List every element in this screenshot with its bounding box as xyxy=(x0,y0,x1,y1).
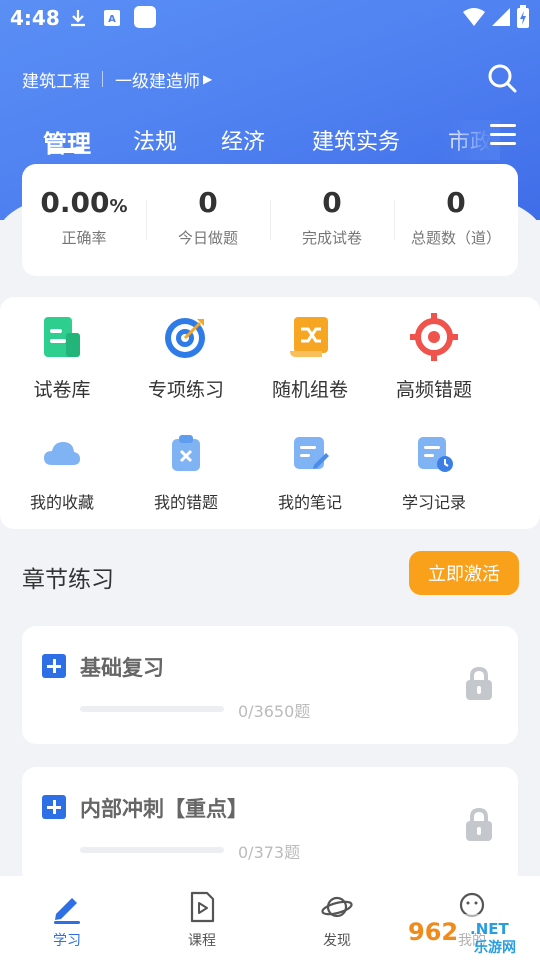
feature-label: 学习记录 xyxy=(401,493,466,512)
note-pen-icon xyxy=(294,437,329,469)
stat-value: 0 xyxy=(198,186,218,219)
feature-paper-library[interactable]: 试卷库 xyxy=(0,313,124,402)
nav-label: 课程 xyxy=(188,933,216,949)
exam-selector[interactable]: 建筑工程 一级建造师 ▶ xyxy=(22,66,212,92)
stat-value: 0 xyxy=(322,186,342,219)
battery-icon xyxy=(517,5,529,28)
chapter-progress xyxy=(80,847,224,853)
feature-random-paper[interactable]: 随机组卷 xyxy=(248,313,372,402)
play-file-icon xyxy=(190,891,215,923)
chapter-count: 0/3650题 xyxy=(238,702,311,721)
plus-icon[interactable] xyxy=(42,654,66,678)
svg-text:A: A xyxy=(108,14,116,25)
stat-label: 完成试卷 xyxy=(301,229,362,247)
tab-construction-practice[interactable]: 建筑实务 xyxy=(312,124,400,156)
tab-law[interactable]: 法规 xyxy=(133,124,177,156)
activate-button[interactable]: 立即激活 xyxy=(409,551,519,595)
feature-my-mistakes[interactable]: 我的错题 xyxy=(124,433,248,513)
stat-total: 0 总题数（道） xyxy=(394,164,518,276)
active-tab-indicator xyxy=(50,148,84,153)
chapter-count: 0/373题 xyxy=(238,843,301,862)
feature-grid: 试卷库 专项练习 随机组卷 高频错题 我的收藏 我的错题 我的笔记 学习记录 xyxy=(0,297,540,529)
feature-label: 随机组卷 xyxy=(271,379,348,401)
notification-square-icon xyxy=(134,6,156,28)
feature-label: 专项练习 xyxy=(147,379,224,401)
stat-label: 今日做题 xyxy=(177,229,238,247)
feature-label: 我的错题 xyxy=(153,493,218,512)
feature-my-notes[interactable]: 我的笔记 xyxy=(248,433,372,513)
stat-value: 0.00 xyxy=(40,186,110,219)
target-icon xyxy=(165,318,205,358)
nav-discover[interactable]: 发现 xyxy=(297,890,377,950)
stat-completed: 0 完成试卷 xyxy=(270,164,394,276)
tab-management[interactable]: 管理 xyxy=(43,124,91,159)
cloud-icon xyxy=(44,442,80,465)
nav-courses[interactable]: 课程 xyxy=(162,890,242,950)
feature-label: 高频错题 xyxy=(395,379,472,401)
record-clock-icon xyxy=(418,437,453,472)
stat-unit: % xyxy=(109,196,128,217)
divider xyxy=(102,71,103,87)
search-icon[interactable] xyxy=(486,62,518,94)
feature-label: 我的收藏 xyxy=(29,493,94,512)
caret-right-icon: ▶ xyxy=(203,72,213,86)
stat-value: 0 xyxy=(446,186,466,219)
planet-icon xyxy=(321,896,353,918)
watermark-cn: 乐游网 xyxy=(474,939,516,956)
stats-card: 0.00% 正确率 0 今日做题 0 完成试卷 0 总题数（道） xyxy=(22,164,518,276)
watermark-number: 962 xyxy=(408,918,458,946)
tab-economy[interactable]: 经济 xyxy=(221,124,265,156)
chapter-title: 内部冲刺【重点】 xyxy=(80,797,248,821)
signal-icon xyxy=(492,8,510,26)
feature-label: 试卷库 xyxy=(33,379,91,401)
stat-label: 总题数（道） xyxy=(410,229,501,247)
shuffle-scroll-icon xyxy=(290,317,328,357)
stat-today: 0 今日做题 xyxy=(146,164,270,276)
pen-icon xyxy=(54,898,80,924)
download-icon xyxy=(71,10,85,27)
feature-label: 我的笔记 xyxy=(277,493,342,512)
lock-icon xyxy=(466,807,492,841)
keyboard-icon: A xyxy=(104,10,120,26)
nav-label: 学习 xyxy=(53,933,81,949)
stat-accuracy: 0.00% 正确率 xyxy=(22,164,146,276)
watermark-net: .NET xyxy=(470,920,509,938)
category-label: 建筑工程 xyxy=(22,71,90,92)
status-bar: 4:48 A xyxy=(0,0,540,36)
chapter-card[interactable]: 内部冲刺【重点】 0/373题 xyxy=(22,767,518,885)
level-label: 一级建造师 xyxy=(115,71,200,92)
chapter-card[interactable]: 基础复习 0/3650题 xyxy=(22,626,518,744)
menu-icon[interactable] xyxy=(490,124,516,148)
chapter-progress xyxy=(80,706,224,712)
feature-study-record[interactable]: 学习记录 xyxy=(372,433,496,513)
feature-frequent-mistakes[interactable]: 高频错题 xyxy=(372,313,496,402)
site-watermark-logo: 962 .NET 乐游网 xyxy=(402,914,536,956)
clipboard-x-icon xyxy=(172,435,200,471)
stat-label: 正确率 xyxy=(61,229,107,247)
section-title: 章节练习 xyxy=(22,567,114,593)
nav-study[interactable]: 学习 xyxy=(27,890,107,950)
wifi-icon xyxy=(463,8,485,26)
chapter-title: 基础复习 xyxy=(80,656,164,680)
plus-icon[interactable] xyxy=(42,795,66,819)
feature-special-practice[interactable]: 专项练习 xyxy=(124,313,248,402)
crosshair-icon xyxy=(410,313,458,361)
status-time: 4:48 xyxy=(10,6,60,30)
feature-favorites[interactable]: 我的收藏 xyxy=(0,433,124,513)
nav-label: 发现 xyxy=(323,933,351,949)
paper-library-icon xyxy=(44,317,80,357)
lock-icon xyxy=(466,666,492,700)
